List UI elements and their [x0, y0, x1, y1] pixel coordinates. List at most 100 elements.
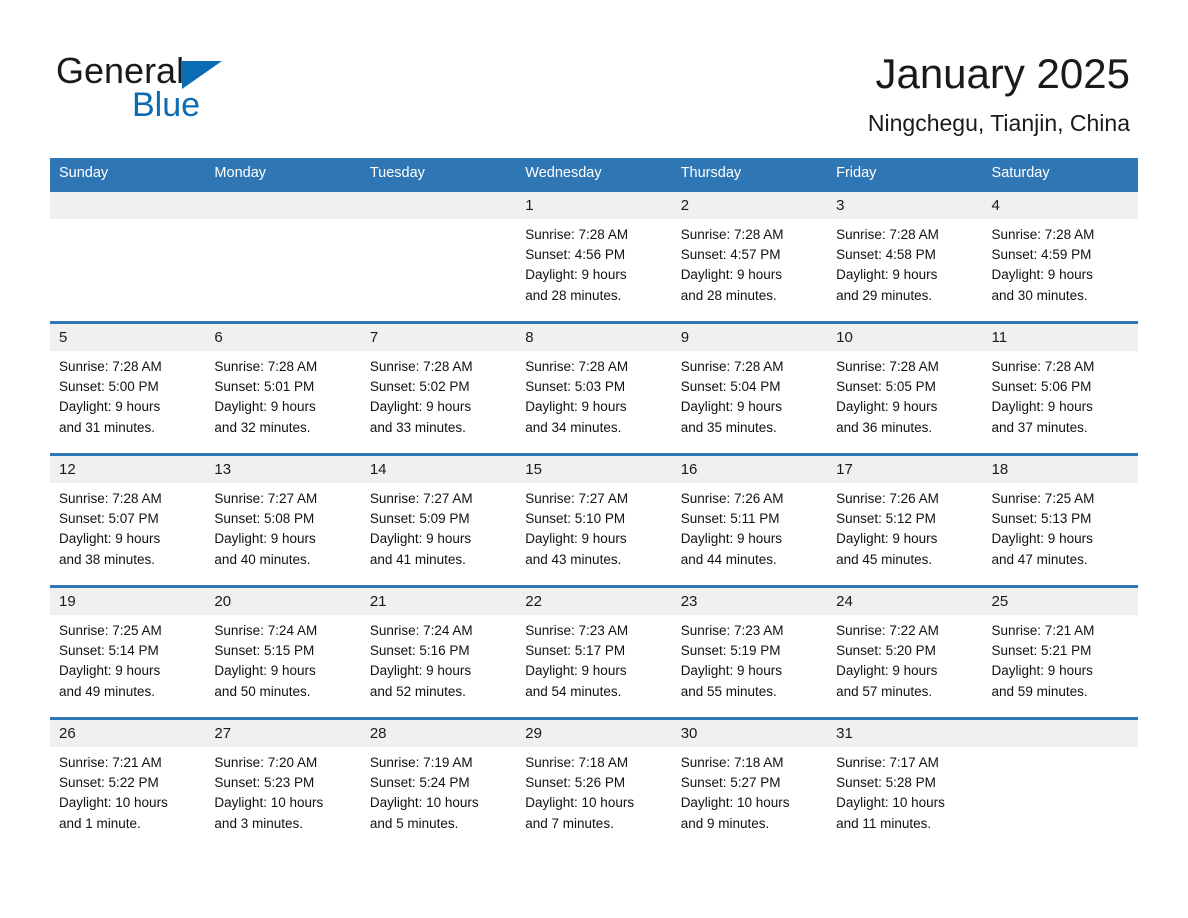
day-details: Sunrise: 7:28 AM Sunset: 4:59 PM Dayligh…: [983, 219, 1138, 306]
day-cell[interactable]: 15 Sunrise: 7:27 AM Sunset: 5:10 PM Dayl…: [516, 456, 672, 585]
day-cell[interactable]: 28 Sunrise: 7:19 AM Sunset: 5:24 PM Dayl…: [360, 720, 517, 849]
weekday-header-wednesday: Wednesday: [525, 165, 602, 181]
sunset-text: Sunset: 5:06 PM: [991, 379, 1092, 395]
sunrise-text: Sunrise: 7:22 AM: [836, 623, 939, 638]
day-cell[interactable]: 7 Sunrise: 7:28 AM Sunset: 5:02 PM Dayli…: [360, 324, 517, 453]
day-cell[interactable]: 19 Sunrise: 7:25 AM Sunset: 5:14 PM Dayl…: [50, 588, 206, 717]
daylight-text-line1: Daylight: 9 hours: [214, 399, 316, 415]
logo-line-bottom: Blue: [56, 88, 386, 124]
weekday-header-tuesday: Tuesday: [369, 165, 425, 181]
daylight-text-line1: Daylight: 9 hours: [680, 267, 782, 283]
daylight-text-line1: Daylight: 9 hours: [214, 531, 316, 547]
sunrise-text: Sunrise: 7:28 AM: [991, 227, 1095, 242]
sunset-text: Sunset: 5:03 PM: [525, 379, 626, 395]
day-cell[interactable]: 27 Sunrise: 7:20 AM Sunset: 5:23 PM Dayl…: [205, 720, 361, 849]
sunset-text: Sunset: 5:08 PM: [214, 511, 315, 527]
day-cell[interactable]: 6 Sunrise: 7:28 AM Sunset: 5:01 PM Dayli…: [205, 324, 361, 453]
day-cell[interactable]: 10 Sunrise: 7:28 AM Sunset: 5:05 PM Dayl…: [827, 324, 983, 453]
day-cell[interactable]: 22 Sunrise: 7:23 AM Sunset: 5:17 PM Dayl…: [516, 588, 672, 717]
sunset-text: Sunset: 5:04 PM: [680, 379, 781, 395]
sunset-text: Sunset: 5:23 PM: [214, 775, 315, 791]
sunset-text: Sunset: 5:16 PM: [369, 643, 470, 659]
day-cell[interactable]: 4 Sunrise: 7:28 AM Sunset: 4:59 PM Dayli…: [982, 192, 1138, 321]
sunset-text: Sunset: 4:56 PM: [525, 247, 626, 263]
day-cell[interactable]: 17 Sunrise: 7:26 AM Sunset: 5:12 PM Dayl…: [827, 456, 983, 585]
daylight-text-line1: Daylight: 9 hours: [525, 399, 627, 415]
daylight-text-line1: Daylight: 9 hours: [59, 663, 161, 679]
day-cell[interactable]: 3 Sunrise: 7:28 AM Sunset: 4:58 PM Dayli…: [827, 192, 983, 321]
day-cell[interactable]: 5 Sunrise: 7:28 AM Sunset: 5:00 PM Dayli…: [50, 324, 206, 453]
daylight-text-line1: Daylight: 9 hours: [680, 531, 782, 547]
sunrise-text: Sunrise: 7:28 AM: [59, 491, 162, 506]
day-cell[interactable]: 24 Sunrise: 7:22 AM Sunset: 5:20 PM Dayl…: [827, 588, 983, 717]
day-details: Sunrise: 7:25 AM Sunset: 5:13 PM Dayligh…: [983, 483, 1138, 570]
daylight-text-line2: and 44 minutes.: [680, 551, 777, 567]
day-cell[interactable]: [982, 720, 1138, 849]
day-cell[interactable]: 31 Sunrise: 7:17 AM Sunset: 5:28 PM Dayl…: [827, 720, 983, 849]
daylight-text-line2: and 57 minutes.: [836, 683, 933, 699]
day-cell[interactable]: 20 Sunrise: 7:24 AM Sunset: 5:15 PM Dayl…: [205, 588, 361, 717]
day-cell[interactable]: [50, 192, 206, 321]
day-cell[interactable]: 9 Sunrise: 7:28 AM Sunset: 5:04 PM Dayli…: [671, 324, 828, 453]
day-details: Sunrise: 7:25 AM Sunset: 5:14 PM Dayligh…: [50, 615, 205, 702]
week-row: 5 Sunrise: 7:28 AM Sunset: 5:00 PM Dayli…: [50, 321, 1138, 453]
daylight-text-line1: Daylight: 9 hours: [836, 399, 938, 415]
daylight-text-line1: Daylight: 10 hours: [525, 795, 635, 811]
daylight-text-line2: and 59 minutes.: [991, 683, 1088, 699]
sunrise-text: Sunrise: 7:25 AM: [59, 623, 162, 638]
sunrise-text: Sunrise: 7:28 AM: [525, 359, 629, 374]
sunrise-text: Sunrise: 7:18 AM: [525, 755, 629, 770]
day-cell[interactable]: 23 Sunrise: 7:23 AM Sunset: 5:19 PM Dayl…: [671, 588, 828, 717]
day-details: Sunrise: 7:28 AM Sunset: 4:57 PM Dayligh…: [672, 219, 827, 306]
logo-line-top: General: [56, 50, 386, 92]
day-cell[interactable]: 16 Sunrise: 7:26 AM Sunset: 5:11 PM Dayl…: [671, 456, 828, 585]
day-cell[interactable]: 14 Sunrise: 7:27 AM Sunset: 5:09 PM Dayl…: [360, 456, 517, 585]
day-cell[interactable]: 30 Sunrise: 7:18 AM Sunset: 5:27 PM Dayl…: [671, 720, 828, 849]
day-cell[interactable]: [360, 192, 517, 321]
daylight-text-line1: Daylight: 9 hours: [525, 267, 627, 283]
sunrise-text: Sunrise: 7:23 AM: [525, 623, 629, 638]
day-details: Sunrise: 7:27 AM Sunset: 5:08 PM Dayligh…: [205, 483, 360, 570]
daylight-text-line2: and 38 minutes.: [59, 551, 156, 567]
day-details: Sunrise: 7:21 AM Sunset: 5:21 PM Dayligh…: [983, 615, 1138, 702]
day-cell[interactable]: 8 Sunrise: 7:28 AM Sunset: 5:03 PM Dayli…: [516, 324, 672, 453]
sunrise-text: Sunrise: 7:21 AM: [991, 623, 1095, 638]
daylight-text-line1: Daylight: 10 hours: [680, 795, 790, 811]
daylight-text-line1: Daylight: 9 hours: [836, 663, 938, 679]
weekday-header-monday: Monday: [214, 165, 267, 181]
sunset-text: Sunset: 5:00 PM: [59, 379, 159, 395]
sunrise-text: Sunrise: 7:24 AM: [369, 623, 473, 638]
weekday-header-thursday: Thursday: [680, 165, 742, 181]
day-cell[interactable]: 11 Sunrise: 7:28 AM Sunset: 5:06 PM Dayl…: [982, 324, 1138, 453]
day-cell[interactable]: 1 Sunrise: 7:28 AM Sunset: 4:56 PM Dayli…: [516, 192, 672, 321]
day-cell[interactable]: 2 Sunrise: 7:28 AM Sunset: 4:57 PM Dayli…: [671, 192, 828, 321]
title-block: January 2025 Ningchegu, Tianjin, China: [868, 48, 1130, 140]
day-number: 11: [982, 324, 1138, 351]
day-details: Sunrise: 7:28 AM Sunset: 5:07 PM Dayligh…: [50, 483, 205, 570]
day-number: 30: [671, 720, 828, 747]
day-details: [205, 219, 360, 225]
sunrise-text: Sunrise: 7:27 AM: [525, 491, 629, 506]
day-cell[interactable]: 26 Sunrise: 7:21 AM Sunset: 5:22 PM Dayl…: [50, 720, 206, 849]
daylight-text-line2: and 49 minutes.: [59, 683, 156, 699]
sunset-text: Sunset: 5:02 PM: [369, 379, 470, 395]
daylight-text-line2: and 28 minutes.: [525, 287, 622, 303]
daylight-text-line1: Daylight: 9 hours: [214, 663, 316, 679]
day-number: 24: [827, 588, 983, 615]
day-details: [361, 219, 516, 225]
day-cell[interactable]: 12 Sunrise: 7:28 AM Sunset: 5:07 PM Dayl…: [50, 456, 206, 585]
day-cell[interactable]: 18 Sunrise: 7:25 AM Sunset: 5:13 PM Dayl…: [982, 456, 1138, 585]
sunrise-text: Sunrise: 7:25 AM: [991, 491, 1095, 506]
day-cell[interactable]: 21 Sunrise: 7:24 AM Sunset: 5:16 PM Dayl…: [360, 588, 517, 717]
day-cell[interactable]: 13 Sunrise: 7:27 AM Sunset: 5:08 PM Dayl…: [205, 456, 361, 585]
day-number: 7: [360, 324, 517, 351]
day-number: 28: [360, 720, 517, 747]
generalblue-logo: General Blue: [56, 50, 386, 126]
day-cell[interactable]: [205, 192, 361, 321]
day-number: 8: [516, 324, 672, 351]
daylight-text-line2: and 3 minutes.: [214, 815, 303, 831]
day-details: Sunrise: 7:27 AM Sunset: 5:09 PM Dayligh…: [361, 483, 516, 570]
day-number: 21: [360, 588, 517, 615]
day-cell[interactable]: 25 Sunrise: 7:21 AM Sunset: 5:21 PM Dayl…: [982, 588, 1138, 717]
day-cell[interactable]: 29 Sunrise: 7:18 AM Sunset: 5:26 PM Dayl…: [516, 720, 672, 849]
